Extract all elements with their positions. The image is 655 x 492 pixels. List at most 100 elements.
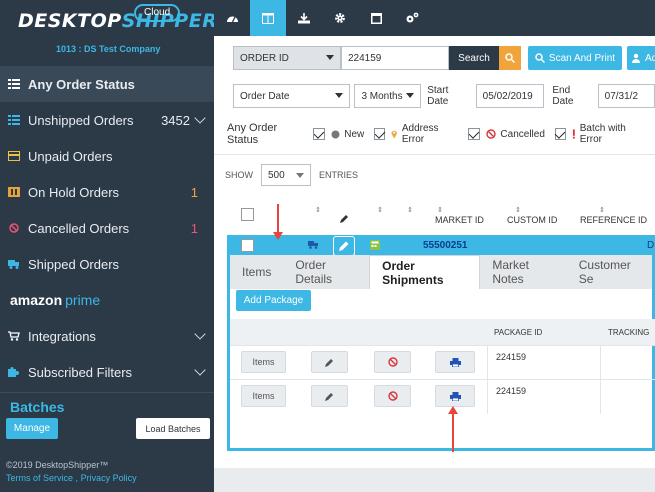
select-all-checkbox[interactable] (241, 208, 254, 221)
caret-down-icon (296, 173, 304, 178)
sidebar-item-any-order-status[interactable]: Any Order Status (0, 66, 214, 102)
delete-package-button[interactable] (374, 385, 411, 407)
nav-window[interactable] (358, 0, 394, 36)
column-custom-id[interactable]: CUSTOM ID (507, 215, 557, 225)
checkbox[interactable] (374, 128, 386, 140)
status-option-new[interactable]: New (313, 128, 364, 140)
items-button[interactable]: Items (241, 385, 286, 407)
chevron-down-icon[interactable] (194, 364, 206, 376)
pencil-icon (340, 215, 348, 223)
barcode-scan-button[interactable] (499, 46, 521, 70)
amazon-prime-logo[interactable]: amazon prime (0, 282, 214, 318)
sort-icon[interactable]: ⇕ (437, 206, 443, 214)
nav-download[interactable] (286, 0, 322, 36)
search-button[interactable]: Search (449, 46, 499, 70)
main-content: ORDER ID 224159 Search Scan And Print Ad… (214, 36, 655, 492)
nav-settings[interactable] (322, 0, 358, 36)
count-badge: 1 (190, 184, 198, 200)
column-tracking: TRACKING (608, 328, 650, 337)
search-icon (535, 53, 545, 63)
sidebar-item-unshipped-orders[interactable]: Unshipped Orders 3452 (0, 102, 214, 138)
tab-order-shipments[interactable]: Order Shipments (369, 255, 481, 289)
columns-icon (262, 12, 274, 24)
sort-icon[interactable]: ⇕ (315, 206, 321, 214)
edit-package-button[interactable] (311, 385, 348, 407)
market-id-link[interactable]: 55500251 (423, 240, 468, 251)
package-id: 224159 (496, 352, 527, 362)
end-date-input[interactable]: 07/31/2 (597, 84, 655, 108)
sort-icon[interactable]: ⇕ (599, 206, 605, 214)
map-marker-icon (391, 130, 398, 139)
column-package-id: PACKAGE ID (494, 328, 543, 337)
checkbox[interactable] (468, 128, 481, 140)
prime-word: prime (65, 292, 101, 308)
chevron-down-icon[interactable] (194, 112, 206, 124)
checkbox[interactable] (554, 128, 567, 140)
status-option-cancelled[interactable]: Cancelled (468, 128, 545, 140)
download-icon (298, 12, 310, 23)
search-input[interactable]: 224159 (341, 46, 449, 70)
sidebar-item-subscribed-filters[interactable]: Subscribed Filters (0, 354, 214, 390)
date-type-select[interactable]: Order Date (233, 84, 350, 108)
chevron-down-icon[interactable] (194, 328, 206, 340)
add-package-button[interactable]: Add Package (236, 290, 311, 311)
items-button[interactable]: Items (241, 351, 286, 373)
column-reference-id[interactable]: REFERENCE ID (580, 215, 647, 225)
sidebar-item-label: Subscribed Filters (28, 364, 133, 380)
select-value: 500 (268, 169, 285, 181)
add-order-button[interactable]: Ad (627, 46, 655, 70)
manage-button[interactable]: Manage (6, 418, 58, 439)
tab-items[interactable]: Items (230, 255, 283, 289)
nav-dashboard[interactable] (214, 0, 250, 36)
date-range-select[interactable]: 3 Months (354, 84, 422, 108)
load-batches-button[interactable]: Load Batches (136, 418, 210, 439)
status-option-label: New (344, 128, 365, 140)
column-market-id[interactable]: MARKET ID (435, 215, 484, 225)
truck-icon (308, 241, 318, 249)
delete-package-button[interactable] (374, 351, 411, 373)
sidebar-item-shipped-orders[interactable]: Shipped Orders (0, 246, 214, 282)
print-label-button[interactable] (435, 385, 475, 407)
logo: DESKTOPSHIPPER Cloud 1013 : DS Test Comp… (0, 0, 217, 66)
sort-icon[interactable]: ⇕ (515, 206, 521, 214)
calculator-icon[interactable] (370, 240, 380, 250)
scan-and-print-button[interactable]: Scan And Print (528, 46, 622, 70)
sidebar-item-on-hold-orders[interactable]: On Hold Orders 1 (0, 174, 214, 210)
status-option-address-error[interactable]: Address Error (374, 123, 458, 145)
footer: ©2019 DesktopShipper™ Terms of Service ,… (6, 460, 137, 483)
edit-package-button[interactable] (311, 351, 348, 373)
tab-market-notes[interactable]: Market Notes (480, 255, 566, 289)
sidebar-item-label: Shipped Orders (28, 256, 120, 272)
terms-link[interactable]: Terms of Service (6, 473, 73, 483)
annotation-arrow-up (448, 406, 458, 452)
sidebar-item-cancelled-orders[interactable]: Cancelled Orders 1 (0, 210, 214, 246)
table-row[interactable]: 55500251 D (227, 235, 655, 256)
nav-orders[interactable] (250, 0, 286, 36)
entries-select[interactable]: 500 (261, 164, 311, 186)
column-divider (487, 380, 488, 414)
tab-order-details[interactable]: Order Details (283, 255, 369, 289)
privacy-link[interactable]: Privacy Policy (81, 473, 137, 483)
sort-icon[interactable]: ⇕ (377, 206, 383, 214)
link-separator: , (75, 473, 79, 483)
sidebar-item-integrations[interactable]: Integrations (0, 318, 214, 354)
nav-admin[interactable] (394, 0, 430, 36)
start-date-input[interactable]: 05/02/2019 (475, 84, 545, 108)
cart-icon (8, 331, 20, 341)
sidebar-item-unpaid-orders[interactable]: Unpaid Orders (0, 138, 214, 174)
status-filter: Any Order Status New Address Error Cance… (227, 122, 655, 146)
list-icon (8, 115, 20, 125)
ban-icon (387, 391, 398, 401)
checkbox[interactable] (313, 128, 326, 140)
print-label-button[interactable] (435, 351, 475, 373)
start-date-label: Start Date (427, 85, 449, 107)
search-field-select[interactable]: ORDER ID (233, 46, 341, 70)
row-checkbox[interactable] (241, 239, 254, 252)
batches-title: Batches (10, 399, 65, 415)
status-option-batch-error[interactable]: Batch with Error (554, 123, 645, 145)
sort-icon[interactable]: ⇕ (407, 206, 413, 214)
scan-and-print-label: Scan And Print (548, 52, 616, 64)
tab-customer-service[interactable]: Customer Se (567, 255, 652, 289)
edit-order-button[interactable] (333, 236, 355, 256)
window-icon (370, 12, 382, 24)
